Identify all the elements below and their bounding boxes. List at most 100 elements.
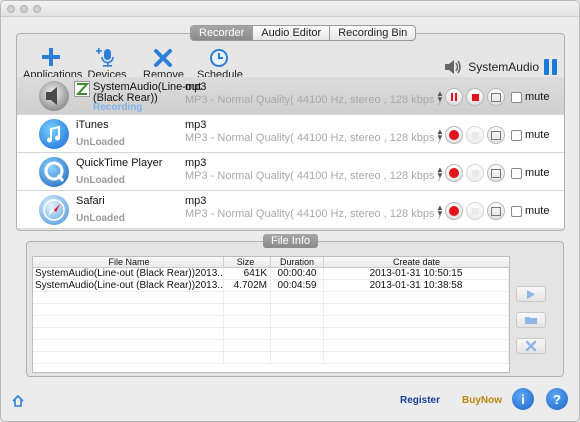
source-name: iTunes	[76, 119, 109, 131]
table-row-empty	[33, 340, 509, 352]
source-controls: ▲ ▼ mute	[436, 126, 549, 144]
stop-icon	[471, 207, 479, 215]
open-folder-button[interactable]	[487, 202, 505, 220]
source-format[interactable]: mp3	[185, 119, 206, 131]
stop-icon	[471, 93, 479, 101]
source-format[interactable]: mp3	[185, 157, 206, 169]
clock-icon	[197, 44, 241, 68]
mute-checkbox[interactable]	[511, 205, 522, 217]
source-controls: ▲ ▼ mute	[436, 88, 549, 106]
pause-button[interactable]	[445, 88, 463, 106]
system-audio-label: SystemAudio	[468, 60, 539, 74]
stop-button[interactable]	[466, 88, 484, 106]
file-name-cell: SystemAudio(Line-out (Black Rear))2013..…	[35, 280, 224, 291]
help-button[interactable]: ?	[546, 388, 568, 410]
source-row[interactable]: iTunes UnLoaded mp3 MP3 - Normal Quality…	[17, 115, 564, 153]
home-icon[interactable]	[12, 394, 24, 410]
register-link[interactable]: Register	[400, 395, 440, 406]
stop-button[interactable]	[466, 164, 484, 182]
mute-label: mute	[525, 167, 550, 179]
add-icon	[23, 44, 79, 68]
open-folder-button[interactable]	[487, 164, 505, 182]
column-file-name[interactable]: File Name	[33, 257, 224, 267]
table-row-empty	[33, 292, 509, 304]
file-name-cell: SystemAudio(Line-out (Black Rear))2013..…	[35, 268, 224, 279]
mute-checkbox[interactable]	[511, 129, 522, 141]
updown-arrow-icon[interactable]: ▲ ▼	[436, 166, 444, 180]
file-date-cell: 2013-01-31 10:38:58	[324, 280, 509, 291]
mute-label: mute	[525, 91, 550, 103]
column-duration[interactable]: Duration	[271, 257, 324, 267]
source-controls: ▲ ▼ mute	[436, 202, 549, 220]
stop-icon	[471, 131, 479, 139]
open-folder-button[interactable]	[487, 88, 505, 106]
record-icon	[449, 130, 459, 140]
tab-recording-bin[interactable]: Recording Bin	[330, 26, 415, 40]
file-info-panel: File Name Size Duration Create date Syst…	[26, 241, 564, 377]
applications-button[interactable]: Applications	[23, 44, 82, 81]
updown-arrow-icon[interactable]: ▲ ▼	[436, 128, 444, 142]
file-table: File Name Size Duration Create date Syst…	[32, 256, 510, 373]
folder-icon	[491, 130, 501, 140]
stop-icon	[471, 169, 479, 177]
column-create-date[interactable]: Create date	[324, 257, 509, 267]
schedule-button[interactable]: Schedule	[197, 44, 243, 81]
record-button[interactable]	[445, 202, 463, 220]
updown-arrow-icon[interactable]: ▲ ▼	[436, 90, 444, 104]
record-button[interactable]	[445, 164, 463, 182]
open-folder-button[interactable]	[516, 312, 546, 328]
mute-label: mute	[525, 205, 550, 217]
pause-icon	[451, 93, 457, 101]
file-info-title: File Info	[263, 234, 319, 248]
source-list: SystemAudio(Line-out (Black Rear)) Recor…	[17, 77, 564, 229]
play-button[interactable]	[516, 286, 546, 302]
file-table-header: File Name Size Duration Create date	[33, 257, 509, 268]
source-controls: ▲ ▼ mute	[436, 164, 549, 182]
file-size-cell: 641K	[224, 268, 271, 279]
minimize-window-button[interactable]	[20, 5, 28, 13]
source-row[interactable]: SystemAudio(Line-out (Black Rear)) Recor…	[17, 77, 564, 115]
source-name: QuickTime Player	[76, 157, 163, 169]
source-format-desc: MP3 - Normal Quality( 44100 Hz, stereo ,…	[185, 94, 442, 106]
remove-button[interactable]: Remove	[143, 44, 184, 81]
source-row[interactable]: QuickTime Player UnLoaded mp3 MP3 - Norm…	[17, 153, 564, 191]
source-format-desc: MP3 - Normal Quality( 44100 Hz, stereo ,…	[185, 170, 442, 182]
record-icon	[449, 168, 459, 178]
pause-icon[interactable]	[544, 59, 557, 75]
close-window-button[interactable]	[7, 5, 15, 13]
delete-button[interactable]	[516, 338, 546, 354]
column-size[interactable]: Size	[224, 257, 271, 267]
info-button[interactable]: i	[512, 388, 534, 410]
updown-arrow-icon[interactable]: ▲ ▼	[436, 204, 444, 218]
zoom-window-button[interactable]	[33, 5, 41, 13]
table-row[interactable]: SystemAudio(Line-out (Black Rear))2013..…	[33, 280, 509, 292]
help-icon: ?	[553, 391, 561, 407]
audio-file-icon	[74, 81, 90, 97]
table-row[interactable]: SystemAudio(Line-out (Black Rear))2013..…	[33, 268, 509, 280]
system-audio-toggle[interactable]: SystemAudio	[443, 58, 557, 76]
source-format[interactable]: mp3	[185, 81, 206, 93]
folder-icon	[491, 92, 501, 102]
folder-icon	[491, 168, 501, 178]
record-button[interactable]	[445, 126, 463, 144]
quicktime-icon	[39, 157, 69, 187]
source-status: UnLoaded	[76, 137, 125, 148]
mute-checkbox[interactable]	[511, 91, 522, 103]
table-row-empty	[33, 328, 509, 340]
recorder-panel: Applications Devices Remove Schedule Sys…	[16, 33, 565, 231]
stop-button[interactable]	[466, 202, 484, 220]
source-row[interactable]: Safari UnLoaded mp3 MP3 - Normal Quality…	[17, 191, 564, 229]
open-folder-button[interactable]	[487, 126, 505, 144]
file-size-cell: 4.702M	[224, 280, 271, 291]
stop-button[interactable]	[466, 126, 484, 144]
tab-audio-editor[interactable]: Audio Editor	[253, 26, 331, 40]
mute-checkbox[interactable]	[511, 167, 522, 179]
devices-button[interactable]: Devices	[87, 44, 127, 81]
tab-recorder[interactable]: Recorder	[191, 26, 254, 40]
table-row-empty	[33, 316, 509, 328]
source-format[interactable]: mp3	[185, 195, 206, 207]
main-tabs: Recorder Audio Editor Recording Bin	[190, 25, 417, 41]
buy-now-link[interactable]: BuyNow	[462, 395, 502, 406]
source-format-desc: MP3 - Normal Quality( 44100 Hz, stereo ,…	[185, 208, 442, 220]
app-window: Applications Devices Remove Schedule Sys…	[0, 0, 580, 422]
